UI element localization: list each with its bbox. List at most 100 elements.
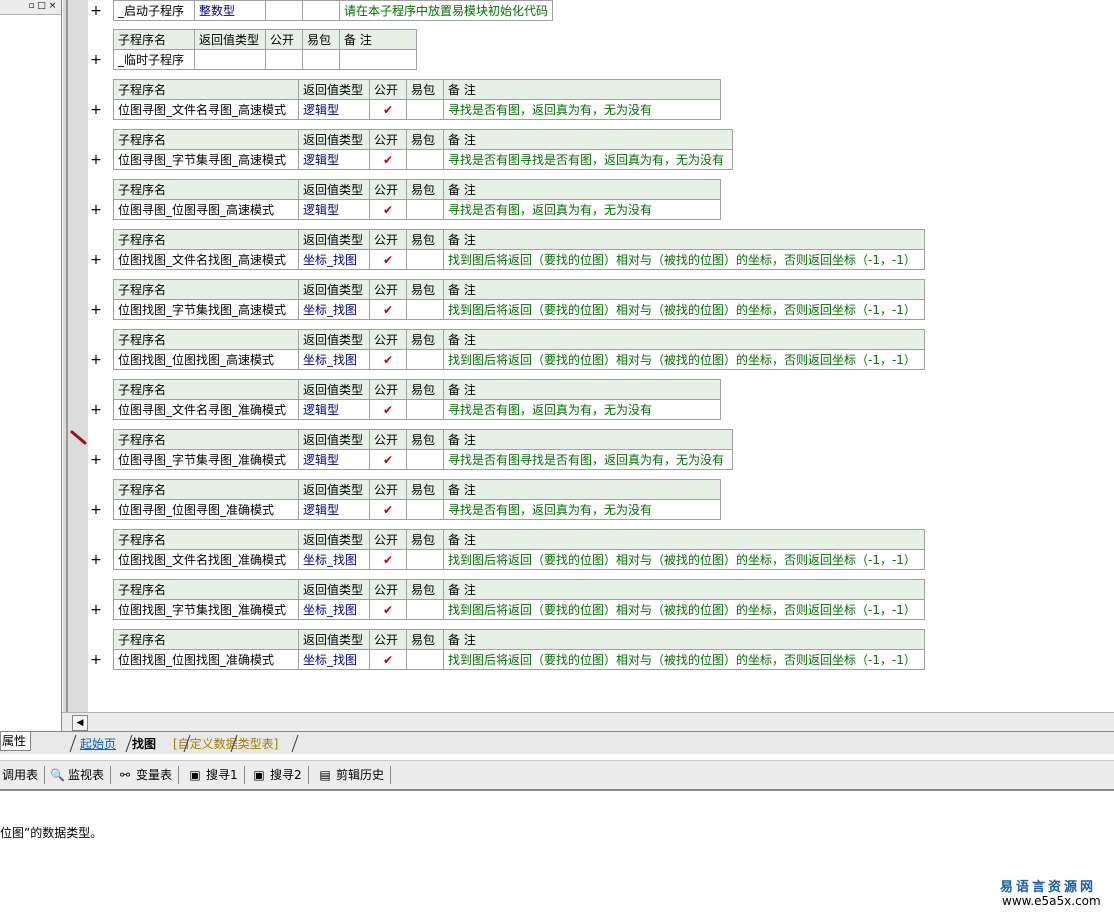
easy-pack-cell[interactable] (406, 199, 444, 220)
return-type-cell[interactable]: 逻辑型 (298, 199, 370, 220)
sub-name-cell[interactable]: 位图寻图_位图寻图_准确模式 (113, 499, 299, 520)
easy-pack-cell[interactable] (302, 0, 340, 21)
properties-tab[interactable]: 属性 (0, 732, 31, 751)
return-type-cell[interactable]: 逻辑型 (298, 149, 370, 170)
easy-pack-cell[interactable] (406, 649, 444, 670)
return-type-cell[interactable]: 整数型 (194, 0, 266, 21)
note-cell[interactable]: 找到图后将返回（要找的位图）相对与（被找的位图）的坐标，否则返回坐标（-1，-1… (443, 649, 925, 670)
return-type-cell[interactable] (194, 49, 266, 70)
bottom-tab-3[interactable]: ▣ 搜寻1 (188, 766, 245, 784)
note-cell[interactable] (339, 49, 417, 70)
maximize-icon[interactable]: □ (36, 1, 47, 12)
horizontal-scrollbar[interactable]: ◀ (62, 712, 1114, 732)
check-icon[interactable]: ✔ (369, 99, 407, 120)
note-cell[interactable]: 找到图后将返回（要找的位图）相对与（被找的位图）的坐标，否则返回坐标（-1，-1… (443, 249, 925, 270)
expand-icon[interactable]: + (90, 353, 102, 367)
easy-pack-cell[interactable] (406, 499, 444, 520)
expand-icon[interactable]: + (90, 4, 102, 18)
return-type-cell[interactable]: 逻辑型 (298, 449, 370, 470)
return-type-cell[interactable]: 逻辑型 (298, 499, 370, 520)
easy-pack-cell[interactable] (406, 549, 444, 570)
check-icon[interactable]: ✔ (369, 149, 407, 170)
check-icon[interactable]: ✔ (369, 649, 407, 670)
return-type-cell[interactable]: 坐标_找图 (298, 349, 370, 370)
expand-icon[interactable]: + (90, 153, 102, 167)
col-header-note: 备 注 (443, 479, 721, 500)
note-cell[interactable]: 寻找是否有图，返回真为有，无为没有 (443, 399, 721, 420)
note-cell[interactable]: 找到图后将返回（要找的位图）相对与（被找的位图）的坐标，否则返回坐标（-1，-1… (443, 599, 925, 620)
expand-icon[interactable]: + (90, 53, 102, 67)
check-icon[interactable]: ✔ (369, 199, 407, 220)
return-type-cell[interactable]: 逻辑型 (298, 99, 370, 120)
sub-name-cell[interactable]: _启动子程序 (113, 0, 195, 21)
expand-icon[interactable]: + (90, 303, 102, 317)
col-header-name: 子程序名 (113, 579, 299, 600)
expand-icon[interactable]: + (90, 103, 102, 117)
expand-icon[interactable]: + (90, 653, 102, 667)
expand-icon[interactable]: + (90, 553, 102, 567)
check-icon[interactable]: ✔ (369, 499, 407, 520)
bottom-tab-4[interactable]: ▣ 搜寻2 (252, 766, 309, 784)
easy-pack-cell[interactable] (406, 99, 444, 120)
check-icon[interactable]: ✔ (369, 349, 407, 370)
easy-pack-cell[interactable] (406, 399, 444, 420)
check-icon[interactable]: ✔ (369, 549, 407, 570)
sub-name-cell[interactable]: 位图找图_位图找图_高速模式 (113, 349, 299, 370)
check-icon[interactable]: ✔ (369, 599, 407, 620)
return-type-cell[interactable]: 坐标_找图 (298, 249, 370, 270)
easy-pack-cell[interactable] (406, 249, 444, 270)
expand-icon[interactable]: + (90, 403, 102, 417)
note-cell[interactable]: 寻找是否有图，返回真为有，无为没有 (443, 499, 721, 520)
expand-icon[interactable]: + (90, 253, 102, 267)
bottom-tab-0[interactable]: 调用表 (2, 766, 46, 784)
return-type-cell[interactable]: 坐标_找图 (298, 649, 370, 670)
bottom-tab-1[interactable]: 🔍 监视表 (50, 766, 112, 784)
bottom-tab-5[interactable]: ▤ 剪辑历史 (318, 766, 392, 784)
note-cell[interactable]: 寻找是否有图寻找是否有图，返回真为有，无为没有 (443, 449, 733, 470)
sub-name-cell[interactable]: 位图寻图_文件名寻图_准确模式 (113, 399, 299, 420)
sub-name-cell[interactable]: 位图寻图_字节集寻图_准确模式 (113, 449, 299, 470)
check-icon[interactable]: ✔ (369, 399, 407, 420)
public-cell[interactable] (265, 0, 303, 21)
note-cell[interactable]: 找到图后将返回（要找的位图）相对与（被找的位图）的坐标，否则返回坐标（-1，-1… (443, 549, 925, 570)
expand-icon[interactable]: + (90, 203, 102, 217)
return-type-cell[interactable]: 坐标_找图 (298, 599, 370, 620)
easy-pack-cell[interactable] (406, 299, 444, 320)
easy-pack-cell[interactable] (406, 449, 444, 470)
note-cell[interactable]: 寻找是否有图寻找是否有图，返回真为有，无为没有 (443, 149, 733, 170)
note-cell[interactable]: 寻找是否有图，返回真为有，无为没有 (443, 99, 721, 120)
easy-pack-cell[interactable] (406, 349, 444, 370)
col-header-easy: 易包 (406, 129, 444, 150)
easy-pack-cell[interactable] (302, 49, 340, 70)
sub-name-cell[interactable]: 位图寻图_字节集寻图_高速模式 (113, 149, 299, 170)
check-icon[interactable]: ✔ (369, 249, 407, 270)
sub-name-cell[interactable]: _临时子程序 (113, 49, 195, 70)
check-icon[interactable]: ✔ (369, 299, 407, 320)
sub-name-cell[interactable]: 位图找图_字节集找图_高速模式 (113, 299, 299, 320)
check-icon[interactable]: ✔ (369, 449, 407, 470)
note-cell[interactable]: 请在本子程序中放置易模块初始化代码 (338, 0, 554, 21)
return-type-cell[interactable]: 逻辑型 (298, 399, 370, 420)
note-cell[interactable]: 寻找是否有图，返回真为有，无为没有 (443, 199, 721, 220)
properties-panel: ▫ □ × (0, 0, 62, 731)
easy-pack-cell[interactable] (406, 149, 444, 170)
easy-pack-cell[interactable] (406, 599, 444, 620)
sub-name-cell[interactable]: 位图找图_文件名找图_准确模式 (113, 549, 299, 570)
return-type-cell[interactable]: 坐标_找图 (298, 299, 370, 320)
note-cell[interactable]: 找到图后将返回（要找的位图）相对与（被找的位图）的坐标，否则返回坐标（-1，-1… (443, 299, 925, 320)
expand-icon[interactable]: + (90, 603, 102, 617)
sub-name-cell[interactable]: 位图找图_文件名找图_高速模式 (113, 249, 299, 270)
sub-name-cell[interactable]: 位图找图_位图找图_准确模式 (113, 649, 299, 670)
sub-name-cell[interactable]: 位图寻图_位图寻图_高速模式 (113, 199, 299, 220)
close-icon[interactable]: × (47, 1, 58, 12)
sub-name-cell[interactable]: 位图找图_字节集找图_准确模式 (113, 599, 299, 620)
scroll-left-icon[interactable]: ◀ (72, 715, 88, 731)
bottom-tab-2[interactable]: ⚯ 变量表 (118, 766, 180, 784)
return-type-cell[interactable]: 坐标_找图 (298, 549, 370, 570)
expand-icon[interactable]: + (90, 503, 102, 517)
search-list-icon: ▣ (253, 768, 265, 782)
sub-name-cell[interactable]: 位图寻图_文件名寻图_高速模式 (113, 99, 299, 120)
note-cell[interactable]: 找到图后将返回（要找的位图）相对与（被找的位图）的坐标，否则返回坐标（-1，-1… (443, 349, 925, 370)
expand-icon[interactable]: + (90, 453, 102, 467)
public-cell[interactable] (265, 49, 303, 70)
